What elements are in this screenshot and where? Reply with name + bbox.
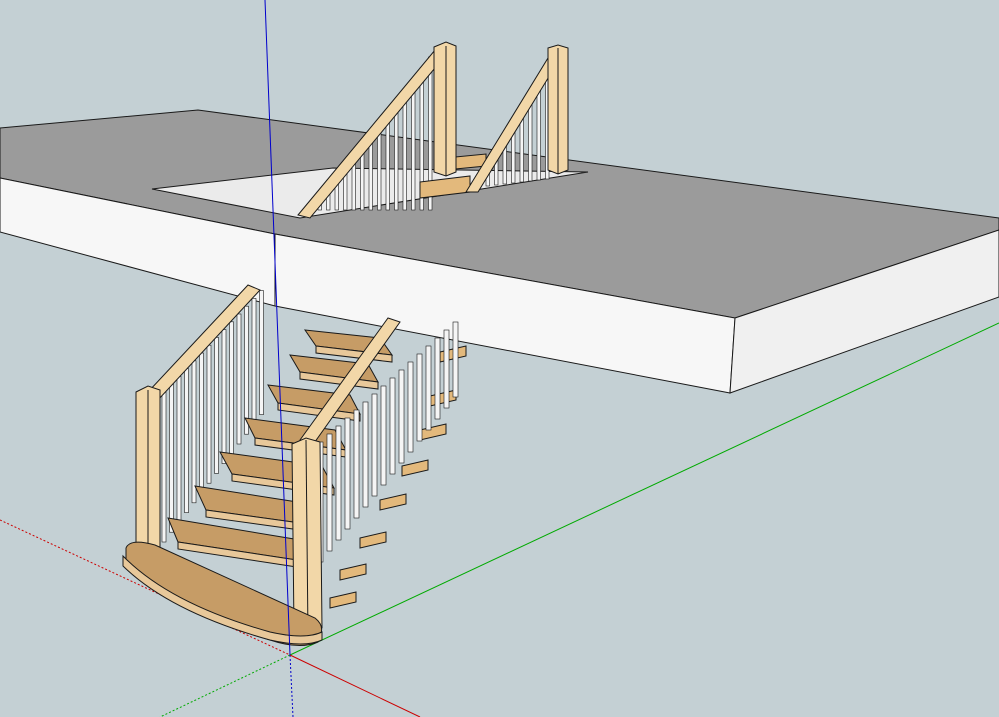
stair-step-end bbox=[359, 531, 387, 549]
baluster bbox=[425, 345, 432, 431]
baluster bbox=[335, 425, 342, 541]
baluster bbox=[161, 391, 167, 543]
baluster bbox=[191, 360, 197, 504]
baluster bbox=[411, 78, 416, 211]
winder-staircase[interactable] bbox=[122, 284, 467, 646]
baluster bbox=[434, 337, 441, 420]
handrail-left[interactable] bbox=[147, 284, 261, 401]
baluster bbox=[184, 368, 189, 513]
baluster bbox=[389, 377, 396, 475]
baluster bbox=[244, 305, 249, 435]
green-axis-negative bbox=[159, 654, 291, 717]
baluster bbox=[344, 417, 351, 530]
baluster bbox=[362, 401, 369, 508]
baluster bbox=[169, 383, 174, 533]
baluster bbox=[259, 290, 264, 415]
baluster bbox=[398, 369, 405, 464]
baluster bbox=[371, 393, 378, 497]
baluster bbox=[326, 433, 333, 552]
stair-step-end bbox=[401, 459, 429, 477]
red-axis bbox=[289, 654, 421, 717]
baluster bbox=[407, 361, 414, 453]
baluster bbox=[452, 321, 459, 398]
baluster bbox=[394, 100, 399, 211]
baluster bbox=[176, 376, 182, 523]
stair-step-end bbox=[339, 563, 367, 581]
baluster bbox=[402, 89, 407, 211]
baluster bbox=[443, 329, 450, 409]
baluster bbox=[353, 409, 360, 519]
stair-step-end bbox=[429, 389, 457, 407]
stair-step-end bbox=[379, 493, 407, 511]
baluster bbox=[206, 344, 212, 484]
model-viewport[interactable] bbox=[0, 0, 999, 717]
baluster bbox=[236, 313, 242, 445]
3d-scene[interactable] bbox=[0, 0, 999, 717]
baluster bbox=[214, 337, 219, 474]
baluster bbox=[380, 385, 387, 486]
blue-axis-negative bbox=[289, 654, 294, 717]
baluster bbox=[416, 353, 423, 442]
baluster bbox=[221, 329, 227, 464]
baluster bbox=[199, 352, 204, 494]
stair-step-end bbox=[329, 591, 357, 609]
baluster bbox=[536, 81, 541, 181]
baluster bbox=[251, 298, 257, 425]
newel-post-upper-left[interactable] bbox=[433, 41, 457, 177]
stair-step-end bbox=[419, 423, 447, 441]
baluster bbox=[229, 321, 234, 455]
